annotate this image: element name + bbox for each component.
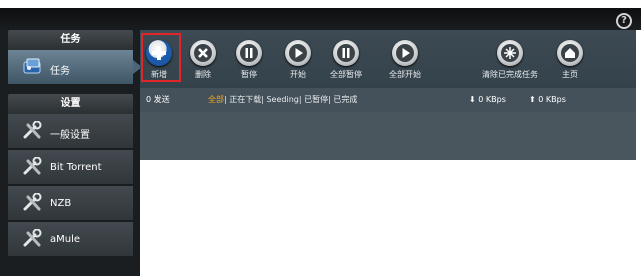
task-filters: 全部| 正在下载| Seeding| 已暂停| 已完成	[208, 88, 357, 112]
delete-button[interactable]: 删除	[190, 40, 216, 80]
main-panel: 新增 删除 暂停 开始 全部暂停 全部开始 清除已完成任务 主页 0 发送 全部…	[140, 30, 636, 160]
clear-completed-label: 清除已完成任务	[482, 70, 538, 79]
home-button-label: 主页	[562, 70, 578, 79]
delete-button-label: 删除	[195, 70, 211, 79]
task-list	[140, 112, 636, 160]
add-button[interactable]: 新增	[146, 40, 172, 80]
start-button[interactable]: 开始	[285, 40, 311, 80]
toolbar: 新增 删除 暂停 开始 全部暂停 全部开始 清除已完成任务 主页	[140, 30, 636, 88]
pause-icon	[236, 40, 262, 66]
sidebar-item-nzb[interactable]: NZB	[8, 186, 133, 221]
pause-all-icon	[333, 40, 359, 66]
pause-button[interactable]: 暂停	[236, 40, 262, 80]
upload-arrow-icon: ⬆	[529, 95, 536, 104]
download-speed: ⬇ 0 KBps	[469, 88, 506, 112]
sidebar-item-general-settings[interactable]: 一般设置	[8, 114, 133, 149]
tasks-icon	[23, 58, 41, 74]
clear-completed-button[interactable]: 清除已完成任务	[482, 40, 538, 80]
pause-button-label: 暂停	[241, 70, 257, 79]
top-bar: ?	[0, 0, 641, 30]
top-bar-strip	[0, 8, 641, 30]
tools-icon	[23, 157, 42, 175]
delete-icon	[190, 40, 216, 66]
sidebar-item-label: NZB	[50, 198, 72, 209]
filter-others[interactable]: | 正在下载| Seeding| 已暂停| 已完成	[224, 95, 357, 104]
start-button-label: 开始	[290, 70, 306, 79]
help-icon[interactable]: ?	[616, 13, 632, 29]
pause-all-button-label: 全部暂停	[330, 70, 362, 79]
task-count: 0 发送	[146, 95, 170, 104]
download-arrow-icon: ⬇	[469, 95, 476, 104]
sidebar-item-label: 一般设置	[50, 130, 90, 141]
clear-icon	[497, 40, 523, 66]
play-all-icon	[392, 40, 418, 66]
sidebar-header-tasks: 任务	[8, 30, 133, 50]
sidebar-item-label: aMule	[50, 234, 81, 245]
tools-icon	[23, 229, 42, 247]
status-bar: 0 发送 全部| 正在下载| Seeding| 已暂停| 已完成 ⬇ 0 KBp…	[140, 88, 636, 112]
sidebar: 任务 任务 设置 一般设置 Bit Torrent NZB aMule	[0, 30, 142, 276]
add-button-label: 新增	[151, 70, 167, 79]
sidebar-item-tasks[interactable]: 任务	[8, 50, 142, 85]
start-all-button-label: 全部开始	[389, 70, 421, 79]
tools-icon	[23, 193, 42, 211]
sidebar-item-amule[interactable]: aMule	[8, 222, 133, 257]
tools-icon	[23, 121, 42, 139]
start-all-button[interactable]: 全部开始	[389, 40, 421, 80]
upload-speed: ⬆ 0 KBps	[529, 88, 566, 112]
app-frame: ? 任务 任务 设置 一般设置 Bit Torrent NZB aMule 新增…	[0, 0, 641, 276]
upload-speed-value: 0 KBps	[538, 95, 566, 104]
sidebar-item-label: 任务	[50, 66, 70, 77]
play-icon	[285, 40, 311, 66]
sidebar-item-bittorrent[interactable]: Bit Torrent	[8, 150, 133, 185]
home-button[interactable]: 主页	[557, 40, 583, 80]
sidebar-header-settings: 设置	[8, 94, 133, 114]
home-icon	[557, 40, 583, 66]
download-speed-value: 0 KBps	[478, 95, 506, 104]
add-icon	[146, 40, 172, 66]
filter-all[interactable]: 全部	[208, 95, 224, 104]
pause-all-button[interactable]: 全部暂停	[330, 40, 362, 80]
sidebar-item-label: Bit Torrent	[50, 162, 102, 173]
